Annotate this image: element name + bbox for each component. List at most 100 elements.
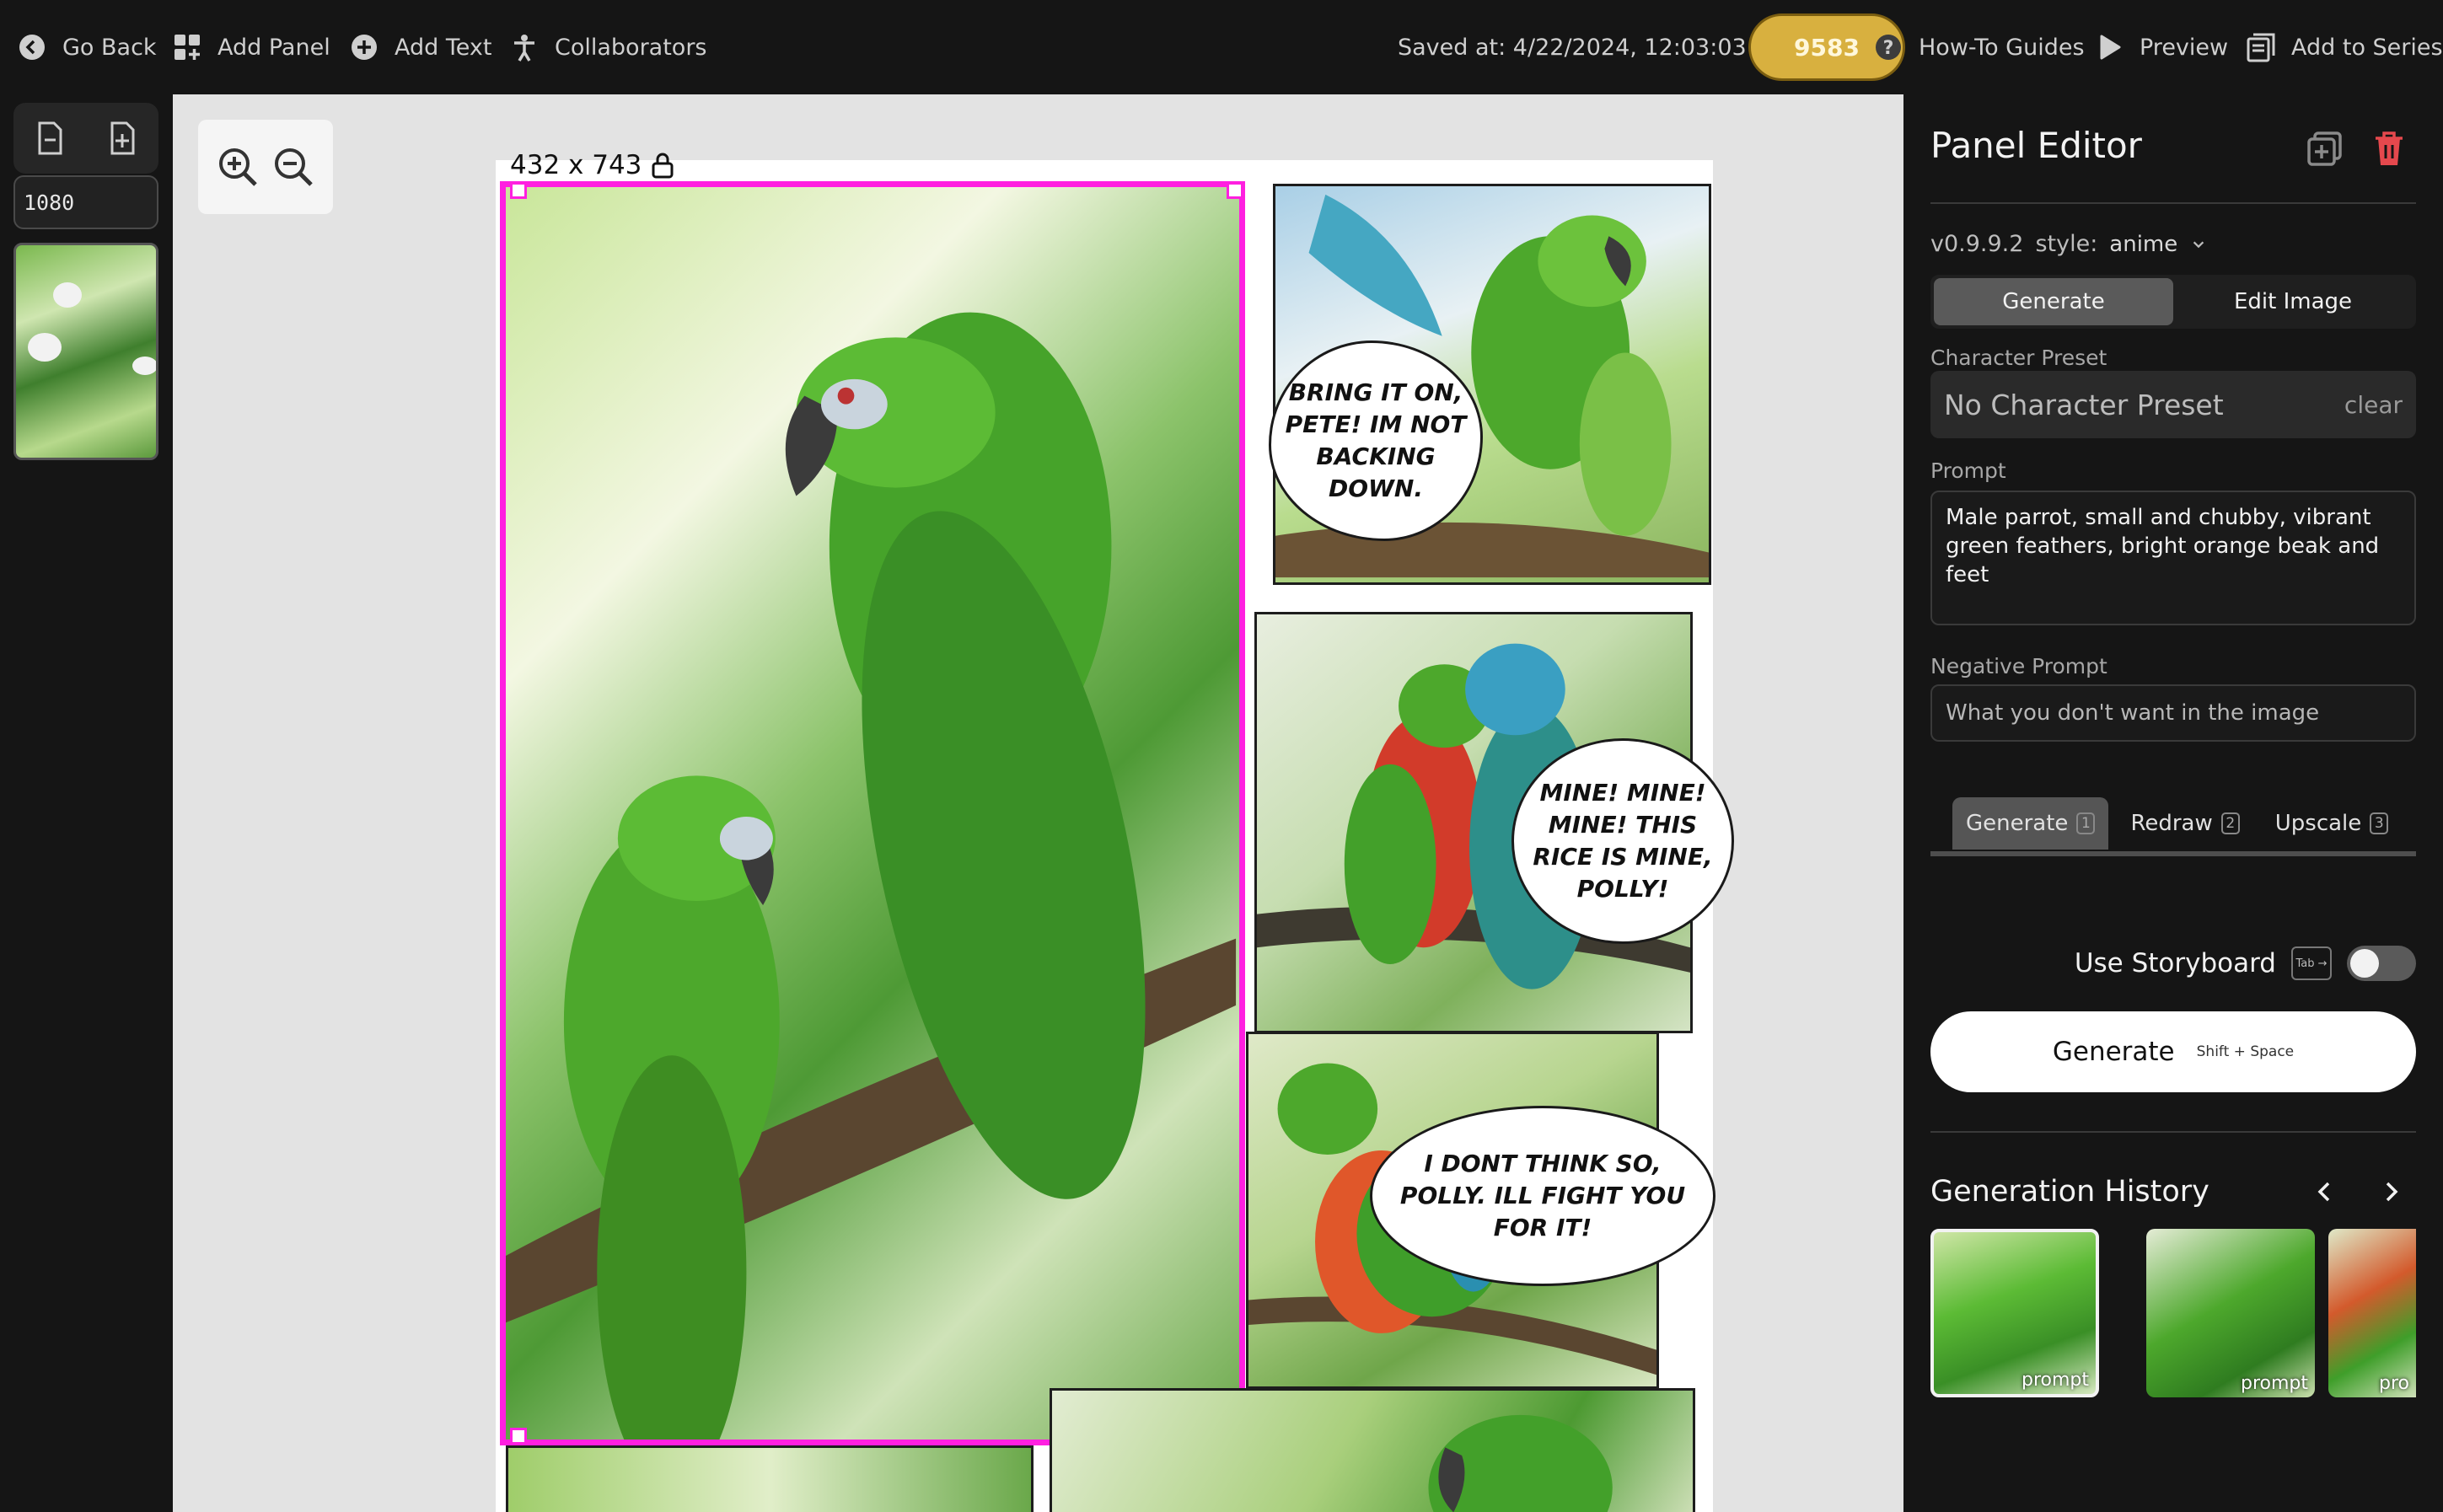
tab-label: Upscale (2274, 811, 2362, 836)
generate-button[interactable]: Generate Shift + Space (1930, 1011, 2416, 1092)
tab-label: Redraw (2130, 811, 2213, 836)
play-icon (2100, 35, 2121, 60)
add-text-icon (352, 35, 377, 60)
tab-generate-mode[interactable]: Generate 1 (1952, 797, 2109, 850)
storyboard-toggle[interactable] (2347, 946, 2416, 981)
clear-preset-button[interactable]: clear (2344, 391, 2403, 419)
negative-prompt-label: Negative Prompt (1930, 654, 2107, 678)
history-caption: pro (2379, 1373, 2409, 1394)
page-thumbnail[interactable] (13, 243, 158, 460)
negative-prompt-input[interactable]: What you don't want in the image (1930, 684, 2416, 742)
shortcut-key: 1 (2076, 812, 2096, 834)
thumb-bubble (132, 357, 156, 375)
style-label: style: (2035, 231, 2098, 257)
shortcut-key: 2 (2220, 812, 2240, 834)
version-style-row: v0.9.9.2 style: anime (1930, 231, 2206, 257)
history-thumbnail[interactable]: prompt (2146, 1229, 2315, 1397)
back-arrow-icon (19, 35, 45, 60)
history-caption: prompt (2021, 1370, 2089, 1391)
character-preset-value: No Character Preset (1944, 388, 2224, 421)
add-to-series-button[interactable]: Add to Series (2246, 25, 2443, 69)
storyboard-shortcut: Tab → (2291, 946, 2332, 980)
tab-redraw[interactable]: Redraw 2 (2117, 797, 2252, 850)
generation-mode-tabs: Generate 1 Redraw 2 Upscale 3 (1930, 797, 2416, 856)
panel-selected[interactable] (500, 181, 1245, 1445)
tab-upscale[interactable]: Upscale 3 (2262, 797, 2403, 850)
add-text-label: Add Text (395, 34, 492, 61)
preview-button[interactable]: Preview (2094, 25, 2228, 69)
help-icon: ? (1876, 35, 1901, 60)
generation-history-title: Generation History (1930, 1175, 2209, 1209)
parrot-illustration (506, 312, 1237, 1440)
history-thumbnail[interactable]: prompt (1930, 1229, 2099, 1397)
style-value: anime (2109, 231, 2178, 257)
collaborators-label: Collaborators (555, 34, 707, 61)
history-nav (2310, 1177, 2406, 1207)
panel-dimensions-text: 432 x 743 (510, 150, 642, 180)
prompt-label: Prompt (1930, 458, 2006, 483)
how-to-guides-button[interactable]: ? How-To Guides (1873, 25, 2085, 69)
go-back-button[interactable]: Go Back (17, 25, 157, 69)
parrot-illustration (1428, 1414, 1613, 1512)
page-icon[interactable] (31, 120, 68, 157)
speech-bubble[interactable]: Bring it on, Pete! Im not backing down. (1269, 340, 1483, 541)
top-toolbar: Go Back Add Panel Add Text Collaborators… (0, 0, 2443, 94)
book-icon (2247, 33, 2275, 62)
tab-edit-image[interactable]: Edit Image (2173, 278, 2413, 325)
generate-label: Generate (2052, 1037, 2175, 1067)
thumb-bubble (53, 282, 82, 308)
style-select[interactable]: anime (2109, 232, 2206, 257)
canvas-area[interactable]: 432 x 743 BRING IT ON, PETE! IM NOT BACK… (173, 94, 1903, 1512)
resize-handle-bl[interactable] (510, 1428, 527, 1445)
duplicate-icon[interactable] (2305, 128, 2345, 169)
delete-icon[interactable] (2369, 128, 2409, 169)
prompt-textarea[interactable]: Male parrot, small and chubby, vibrant g… (1930, 491, 2416, 625)
tab-label: Generate (1966, 811, 2069, 836)
add-to-series-label: Add to Series (2291, 34, 2443, 61)
zoom-controls (198, 120, 333, 214)
svg-text:?: ? (1883, 38, 1894, 59)
add-panel-label: Add Panel (217, 34, 330, 61)
add-panel-icon (174, 35, 200, 60)
collaborators-button[interactable]: Collaborators (509, 25, 707, 69)
speech-bubble[interactable]: I dont think so, Polly. Ill fight you fo… (1370, 1106, 1715, 1286)
how-to-guides-label: How-To Guides (1919, 34, 2085, 61)
chevron-down-icon (2193, 241, 2204, 248)
tab-generate[interactable]: Generate (1934, 278, 2173, 325)
panel-dimensions: 432 x 743 (510, 150, 677, 180)
panel-editor-title: Panel Editor (1930, 125, 2142, 166)
panel-5[interactable] (506, 1445, 1034, 1512)
mode-tabs: Generate Edit Image (1930, 275, 2416, 329)
shortcut-key: 3 (2370, 812, 2389, 834)
version-text: v0.9.9.2 (1930, 231, 2024, 257)
page-width-input[interactable] (13, 175, 158, 229)
add-page-icon[interactable] (104, 120, 141, 157)
saved-status: Saved at: 4/22/2024, 12:03:03 PM (1398, 34, 1787, 61)
storyboard-label: Use Storyboard (2074, 948, 2276, 979)
lock-icon[interactable] (648, 151, 677, 180)
add-panel-button[interactable]: Add Panel (172, 25, 330, 69)
panel-6[interactable] (1050, 1388, 1695, 1512)
zoom-out-icon[interactable] (271, 145, 315, 189)
thumb-bubble (28, 333, 62, 362)
chevron-left-icon[interactable] (2310, 1177, 2340, 1207)
zoom-in-icon[interactable] (216, 145, 260, 189)
chevron-right-icon[interactable] (2376, 1177, 2406, 1207)
toggle-knob (2350, 949, 2379, 978)
person-icon (514, 35, 534, 62)
generate-shortcut: Shift + Space (2196, 1043, 2295, 1060)
panel-editor: Panel Editor v0.9.9.2 style: anime Gener… (1903, 94, 2443, 1512)
divider (1930, 202, 2416, 204)
go-back-label: Go Back (62, 34, 157, 61)
history-caption: prompt (2240, 1373, 2308, 1394)
preview-label: Preview (2140, 34, 2229, 61)
character-preset-select[interactable]: No Character Preset clear (1930, 371, 2416, 438)
resize-handle-tr[interactable] (1227, 182, 1243, 199)
pages-sidebar (0, 94, 173, 1512)
add-text-button[interactable]: Add Text (349, 25, 491, 69)
resize-handle-tl[interactable] (510, 182, 527, 199)
page-actions (13, 103, 158, 174)
speech-bubble[interactable]: Mine! Mine! Mine! This rice is mine, Pol… (1511, 738, 1734, 944)
character-preset-label: Character Preset (1930, 346, 2107, 370)
history-thumbnail[interactable]: pro (2328, 1229, 2416, 1397)
